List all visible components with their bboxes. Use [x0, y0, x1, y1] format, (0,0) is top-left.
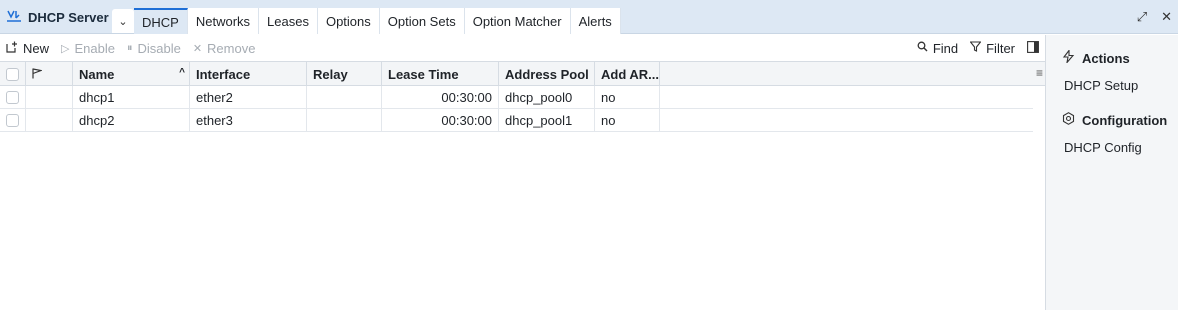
find-button[interactable]: Find — [911, 36, 964, 60]
row-checkbox[interactable] — [6, 113, 19, 127]
column-header-interface[interactable]: Interface — [190, 62, 307, 86]
dhcp-setup-link[interactable]: DHCP Setup — [1064, 78, 1138, 93]
cell-relay — [307, 109, 382, 131]
row-flag-cell — [26, 109, 73, 131]
enable-button[interactable]: ▷ Enable — [55, 36, 121, 60]
tab-option-sets[interactable]: Option Sets — [379, 8, 465, 34]
tab-leases[interactable]: Leases — [259, 8, 318, 34]
toolbar: New ▷ Enable ⏸ Disable ✕ Remove Find Fil… — [0, 35, 1045, 61]
cell-lease-time: 00:30:00 — [382, 109, 499, 131]
flag-icon — [32, 67, 44, 82]
filter-button[interactable]: Filter — [964, 36, 1021, 60]
actions-heading: Actions — [1062, 48, 1130, 66]
gear-icon — [1062, 112, 1075, 128]
cell-interface: ether3 — [190, 109, 307, 131]
row-checkbox[interactable] — [6, 90, 19, 104]
row-flag-cell — [26, 86, 73, 108]
actions-title: Actions — [1082, 50, 1130, 66]
tab-dhcp[interactable]: DHCP — [134, 8, 188, 34]
app-title: DHCP Server — [6, 0, 109, 34]
table-header: Name ^ Interface Relay Lease Time Addres… — [0, 61, 1045, 86]
column-header-name-label: Name — [79, 66, 115, 82]
cell-add-arp: no — [595, 86, 660, 108]
app-title-label: DHCP Server — [28, 9, 109, 25]
disable-button[interactable]: ⏸ Disable — [121, 36, 187, 60]
actions-icon — [1062, 48, 1075, 66]
tab-option-matcher[interactable]: Option Matcher — [464, 8, 571, 34]
column-header-lease-time[interactable]: Lease Time — [382, 62, 499, 86]
configuration-heading: Configuration — [1062, 112, 1167, 128]
cell-address-pool: dhcp_pool0 — [499, 86, 595, 108]
window-controls: ⤢ ✕ — [1137, 0, 1172, 34]
search-icon — [917, 41, 928, 55]
table-row[interactable]: dhcp2 ether3 00:30:00 dhcp_pool1 no — [0, 109, 1033, 132]
tab-alerts[interactable]: Alerts — [570, 8, 621, 34]
close-icon[interactable]: ✕ — [1161, 9, 1172, 25]
pause-icon: ⏸ — [126, 41, 133, 54]
dhcp-config-link[interactable]: DHCP Config — [1064, 140, 1142, 155]
cell-add-arp: no — [595, 109, 660, 131]
column-header-address-pool[interactable]: Address Pool — [499, 62, 595, 86]
select-all-checkbox[interactable] — [6, 67, 19, 81]
column-menu-icon[interactable]: ≡ — [1036, 66, 1043, 80]
side-panel-icon — [1027, 40, 1039, 56]
cell-name: dhcp1 — [73, 86, 190, 108]
toolbar-right: Find Filter — [911, 35, 1045, 61]
find-label: Find — [932, 40, 959, 56]
row-checkbox-cell[interactable] — [0, 109, 26, 131]
remove-label: Remove — [207, 40, 256, 56]
sort-ascending-icon: ^ — [179, 67, 185, 78]
filter-icon — [969, 41, 982, 55]
configuration-title: Configuration — [1082, 112, 1168, 128]
dhcp-server-icon — [6, 9, 22, 25]
row-checkbox-cell[interactable] — [0, 86, 26, 108]
maximize-icon[interactable]: ⤢ — [1137, 9, 1147, 25]
title-bar: DHCP Server ⌄ DHCP Networks Leases Optio… — [0, 0, 1178, 34]
flag-column-header[interactable] — [26, 62, 73, 86]
remove-button[interactable]: ✕ Remove — [187, 36, 262, 60]
cell-relay — [307, 86, 382, 108]
tab-networks[interactable]: Networks — [187, 8, 260, 34]
side-panel: Actions DHCP Setup Configuration DHCP Co… — [1045, 35, 1178, 310]
new-label: New — [23, 40, 50, 56]
tab-strip: DHCP Networks Leases Options Option Sets… — [134, 8, 621, 34]
select-all-checkbox-cell[interactable] — [0, 62, 26, 86]
cell-address-pool: dhcp_pool1 — [499, 109, 595, 131]
column-header-add-arp[interactable]: Add AR... — [595, 62, 660, 86]
toggle-panel-button[interactable] — [1021, 36, 1045, 60]
column-header-relay[interactable]: Relay — [307, 62, 382, 86]
cell-interface: ether2 — [190, 86, 307, 108]
filter-label: Filter — [986, 40, 1015, 56]
cell-lease-time: 00:30:00 — [382, 86, 499, 108]
tab-options[interactable]: Options — [317, 8, 380, 34]
new-icon — [6, 41, 18, 56]
cell-name: dhcp2 — [73, 109, 190, 131]
tab-menu-chevron-down-icon[interactable]: ⌄ — [112, 9, 134, 33]
dhcp-server-table: Name ^ Interface Relay Lease Time Addres… — [0, 61, 1045, 310]
new-button[interactable]: New — [0, 36, 55, 60]
play-icon: ▷ — [61, 42, 70, 55]
enable-label: Enable — [74, 40, 115, 56]
remove-x-icon: ✕ — [192, 42, 203, 55]
column-header-name[interactable]: Name ^ — [73, 62, 190, 86]
table-row[interactable]: dhcp1 ether2 00:30:00 dhcp_pool0 no — [0, 86, 1033, 109]
disable-label: Disable — [137, 40, 181, 56]
